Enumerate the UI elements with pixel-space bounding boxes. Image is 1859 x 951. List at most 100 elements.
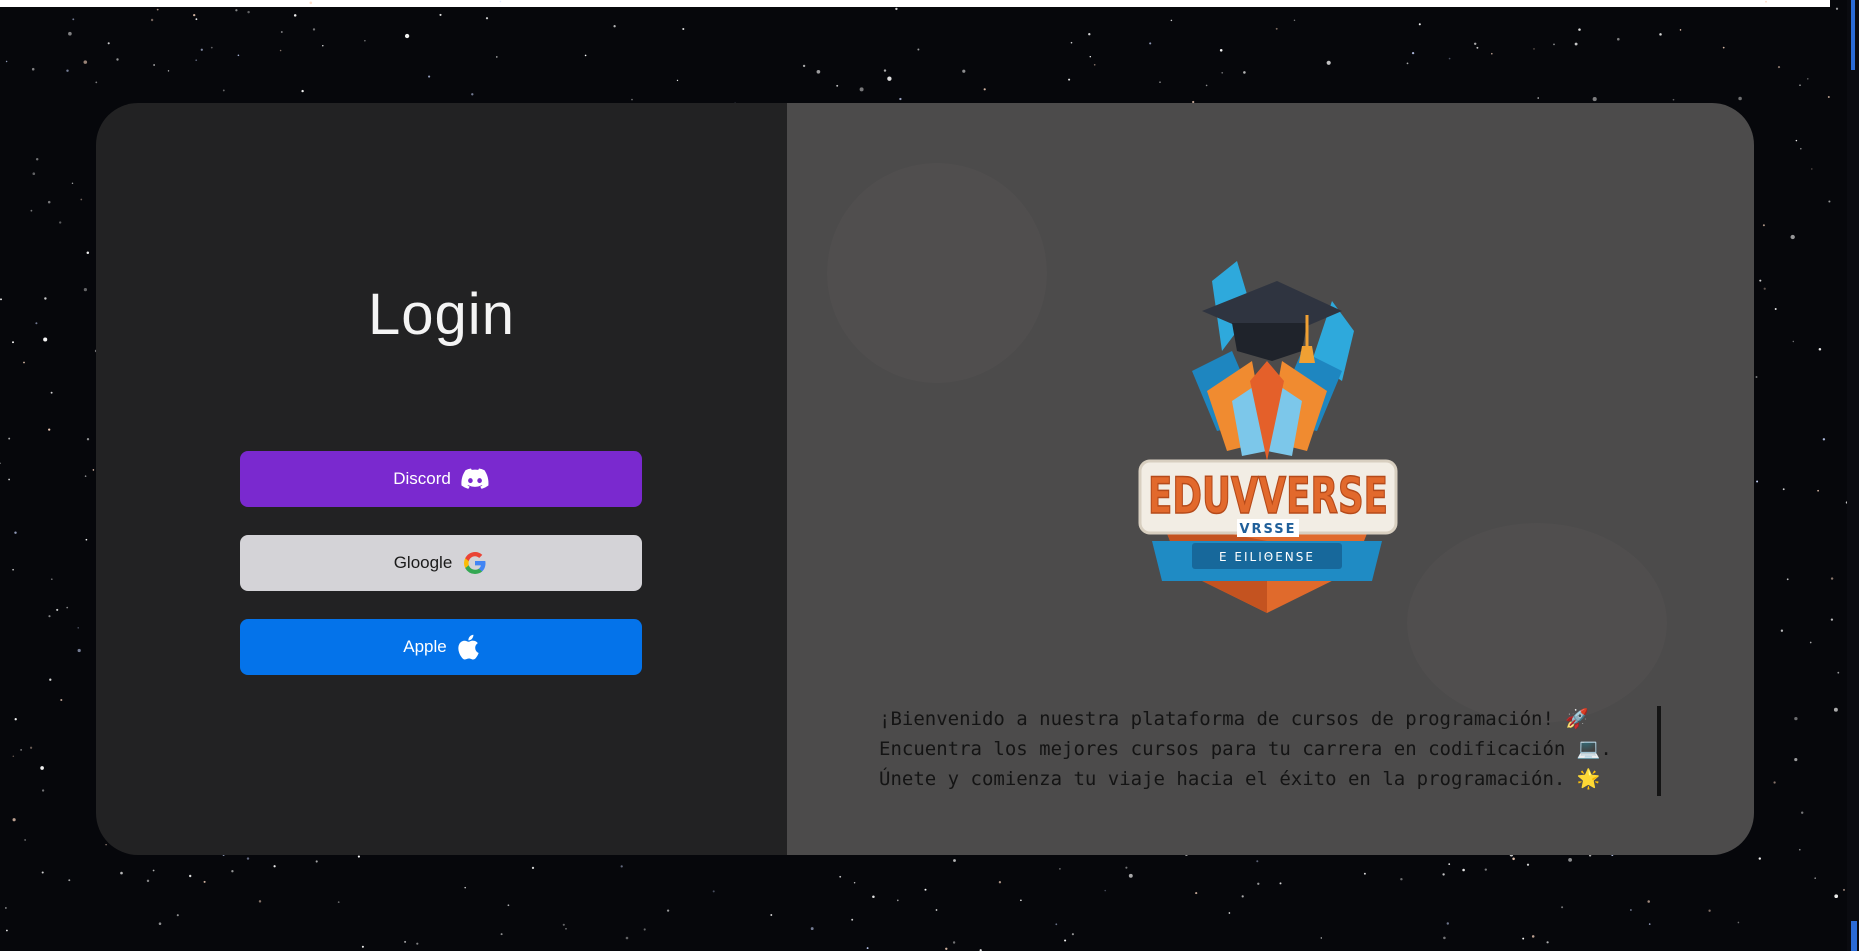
star	[146, 879, 150, 883]
scrollbar-thumb-bottom[interactable]	[1851, 921, 1857, 951]
star	[12, 341, 14, 344]
star	[86, 251, 90, 254]
star	[1834, 894, 1839, 899]
star	[35, 322, 38, 325]
star	[30, 209, 33, 212]
star	[404, 33, 410, 39]
star	[50, 578, 53, 581]
star	[86, 438, 90, 441]
star	[924, 888, 927, 891]
star	[1795, 139, 1798, 142]
star	[322, 44, 324, 47]
star	[32, 172, 36, 175]
star	[1546, 941, 1549, 944]
star	[35, 158, 39, 161]
star	[48, 428, 51, 431]
star	[1228, 912, 1231, 914]
star	[1531, 935, 1535, 938]
star	[150, 18, 154, 22]
google-login-button[interactable]: Gloogle	[240, 535, 642, 591]
star	[962, 69, 966, 73]
star	[899, 97, 902, 101]
star	[952, 941, 956, 944]
star	[1648, 923, 1651, 925]
scrollbar-thumb[interactable]	[1851, 0, 1855, 70]
star	[1533, 48, 1535, 50]
star	[8, 437, 11, 440]
star	[1799, 147, 1802, 150]
star	[1672, 98, 1675, 101]
star	[85, 538, 88, 541]
star	[1774, 308, 1777, 310]
star	[682, 27, 685, 31]
star	[5, 60, 8, 63]
star	[1170, 19, 1173, 22]
star	[1104, 889, 1106, 892]
star	[883, 69, 887, 72]
star	[1241, 895, 1244, 898]
star	[1722, 46, 1725, 49]
star	[80, 198, 83, 201]
star	[584, 54, 587, 57]
star	[1059, 868, 1061, 870]
star	[293, 14, 297, 17]
star	[193, 13, 196, 17]
star	[1476, 46, 1479, 49]
apple-icon	[457, 634, 479, 660]
star	[12, 818, 16, 822]
star	[40, 766, 44, 770]
welcome-panel: E EILIΘENSE EDUVVERSE VRSSE ¡Bienvenido …	[787, 103, 1754, 855]
star	[210, 46, 213, 49]
star	[1708, 909, 1711, 912]
star	[1801, 811, 1804, 814]
star	[1320, 937, 1323, 939]
star	[12, 755, 15, 757]
apple-button-label: Apple	[403, 637, 447, 656]
scrollbar[interactable]	[1847, 0, 1859, 951]
google-icon	[462, 550, 488, 576]
star	[1418, 23, 1421, 26]
star	[1833, 707, 1838, 712]
discord-icon	[461, 468, 489, 490]
star	[631, 98, 633, 101]
apple-login-button[interactable]: Apple	[240, 619, 642, 675]
star	[1822, 438, 1826, 441]
star	[273, 865, 276, 868]
star	[1568, 858, 1572, 862]
star	[1088, 33, 1091, 36]
star	[998, 881, 1002, 884]
star	[895, 7, 898, 11]
star	[887, 76, 892, 81]
star	[1762, 224, 1765, 227]
star	[1526, 863, 1530, 866]
star	[195, 18, 198, 21]
star	[1020, 899, 1022, 902]
star	[1256, 860, 1259, 863]
star	[5, 907, 7, 909]
star	[1462, 868, 1465, 872]
star	[14, 718, 17, 721]
star	[1679, 29, 1682, 31]
star	[41, 871, 44, 874]
star	[1279, 882, 1282, 885]
star	[158, 922, 162, 925]
star	[231, 870, 234, 873]
star	[500, 933, 503, 936]
star	[404, 940, 407, 943]
welcome-line-3: Únete y comienza tu viaje hacia el éxito…	[879, 768, 1601, 790]
star	[1756, 480, 1759, 483]
discord-button-label: Discord	[393, 469, 451, 488]
google-button-label: Gloogle	[393, 553, 453, 572]
star	[866, 947, 869, 950]
star	[1553, 43, 1555, 46]
star	[309, 1, 313, 5]
star	[507, 904, 510, 907]
star	[235, 9, 238, 12]
discord-login-button[interactable]: Discord	[240, 451, 642, 507]
star	[770, 914, 773, 916]
star	[495, 56, 498, 58]
star	[872, 895, 875, 899]
star	[20, 749, 22, 751]
star	[643, 928, 646, 931]
star	[1219, 49, 1223, 52]
